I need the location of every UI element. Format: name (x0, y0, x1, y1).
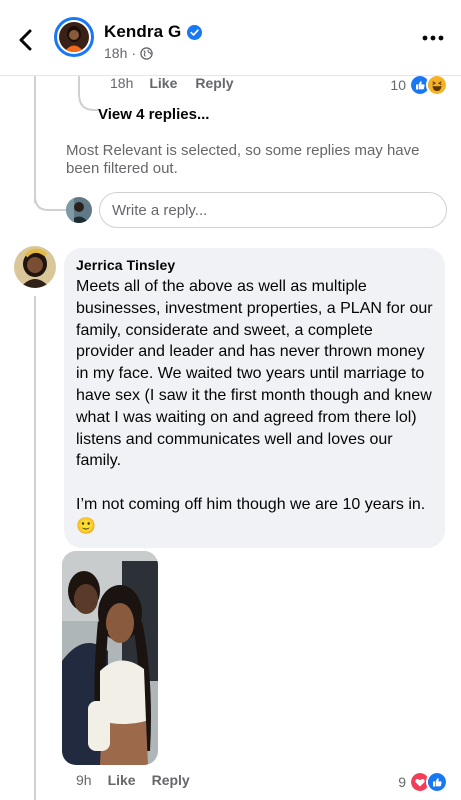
comment-photo[interactable] (62, 551, 158, 765)
more-options-button[interactable] (419, 28, 447, 48)
verified-badge-icon (187, 24, 203, 40)
like-button[interactable]: Like (149, 75, 177, 91)
comment-like-button[interactable]: Like (108, 772, 136, 788)
reply-placeholder: Write a reply... (112, 201, 208, 219)
avatar-photo (59, 22, 89, 52)
comment-time[interactable]: 9h (76, 772, 92, 788)
globe-icon (140, 46, 153, 60)
reply-time[interactable]: 18h (110, 75, 133, 91)
commenter-avatar[interactable] (14, 246, 56, 288)
back-button[interactable] (8, 22, 44, 58)
thread-curve-view-replies (78, 94, 98, 111)
comment-author[interactable]: Jerrica Tinsley (76, 256, 433, 274)
more-dots-icon (422, 35, 444, 41)
comment-actions: 9h Like Reply (76, 772, 190, 788)
reaction-count: 10 (390, 77, 406, 93)
profile-avatar[interactable] (54, 17, 94, 57)
previous-reply-reactions[interactable]: 10 (390, 74, 448, 96)
profile-name[interactable]: Kendra G (104, 22, 203, 42)
like-reaction-icon (426, 771, 448, 793)
comment-text: Meets all of the above as well as multip… (76, 278, 433, 535)
view-replies-link[interactable]: View 4 replies... (98, 106, 209, 123)
post-time[interactable]: 18h (104, 45, 127, 61)
thread-line-comment (34, 296, 36, 800)
comment-reaction-count: 9 (398, 774, 406, 790)
post-header: Kendra G 18h · (0, 0, 461, 76)
haha-reaction-icon (426, 74, 448, 96)
post-meta: 18h · (104, 45, 153, 61)
filter-note: Most Relevant is selected, so some repli… (66, 142, 420, 177)
meta-separator: · (131, 45, 137, 61)
thread-line-outer (34, 76, 36, 203)
profile-name-text: Kendra G (104, 22, 182, 41)
comment-reactions[interactable]: 9 (398, 771, 448, 793)
comment-bubble: Jerrica Tinsley Meets all of the above a… (64, 248, 445, 548)
reply-button[interactable]: Reply (195, 75, 233, 91)
current-user-avatar (66, 197, 92, 223)
thread-line-inner (78, 76, 80, 96)
chevron-left-icon (19, 29, 32, 51)
thread-curve-reply (34, 196, 68, 211)
previous-reply-actions: 18h Like Reply (110, 75, 234, 91)
comment-photo-image (62, 551, 158, 765)
comment-reply-button[interactable]: Reply (152, 772, 190, 788)
write-reply-input[interactable]: Write a reply... (99, 192, 447, 228)
